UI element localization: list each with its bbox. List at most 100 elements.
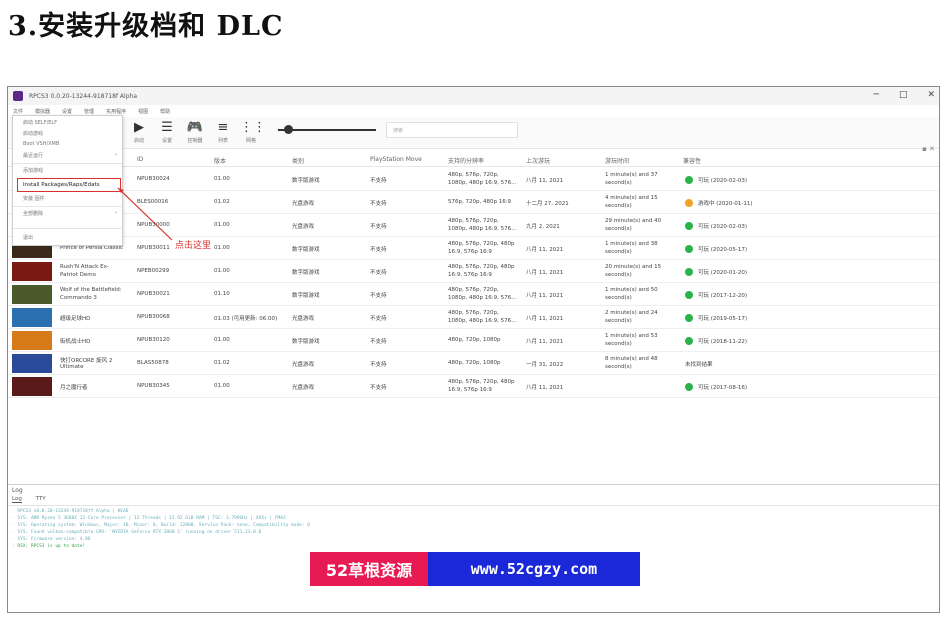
menu-help[interactable]: 帮助 <box>160 108 170 115</box>
col-last-played[interactable]: 上次游玩 <box>526 156 550 165</box>
col-compatibility[interactable]: 兼容性 <box>683 156 701 165</box>
cell-id: NPUB30345 <box>137 383 170 389</box>
compatibility-status-icon <box>685 337 693 345</box>
cell-last: 八月 11, 2021 <box>526 247 564 253</box>
minimize-button[interactable]: ─ <box>874 90 879 100</box>
cell-res1: 480p, 576p, 720p, <box>448 172 499 178</box>
file-menu-dropdown: 启动 SELF/ELF 启动游戏 Boot VSH/XMB 最近运行 › 添加游… <box>12 115 123 246</box>
tab-log[interactable]: Log <box>12 496 22 503</box>
table-row[interactable]: Wolf of the Battlefield: Commando 3 NPUB30… <box>8 283 939 306</box>
cell-compat: 可玩 (2017-12-20) <box>698 293 748 299</box>
table-row[interactable]: Rush'N Attack Ex- Patriot Demo NPEB00299 01… <box>8 260 939 283</box>
cell-id: NPUB30024 <box>137 176 170 182</box>
col-ps-move[interactable]: PlayStation Move <box>370 156 422 163</box>
col-category[interactable]: 类别 <box>292 156 304 165</box>
menu-install-packages[interactable]: Install Packages/Raps/Edats <box>23 182 99 188</box>
menu-boot-vsh[interactable]: Boot VSH/XMB <box>23 141 59 147</box>
menu-install-firmware[interactable]: 安装 固件 <box>23 195 45 202</box>
cell-name: Wolf of the Battlefield: <box>60 287 122 293</box>
table-row[interactable]: NPUB30000 01.00 光盘游戏 不支持 480p, 576p, 720p, 10… <box>8 214 939 237</box>
cell-time1: 1 minute(s) and 37 <box>605 172 658 178</box>
maximize-button[interactable]: □ <box>899 90 908 100</box>
menu-utilities[interactable]: 实用程序 <box>106 108 126 115</box>
menu-separator <box>13 163 122 164</box>
cell-res2: 1080p, 480p 16:9, 576... <box>448 180 517 186</box>
cell-res1: 480p, 576p, 720p, 480p <box>448 264 515 270</box>
game-thumbnail <box>12 377 52 396</box>
log-line: · SYS: AMD Ryzen 5 3600X 12-Core Process… <box>12 516 286 521</box>
start-button[interactable]: ▶ 启动 <box>128 121 150 145</box>
log-tabs: Log TTY <box>12 496 58 503</box>
cell-category: 数字版游戏 <box>292 247 320 253</box>
menu-remove-all[interactable]: 全部删除 <box>23 210 43 217</box>
cell-compat: 可玩 (2017-08-16) <box>698 385 748 391</box>
menu-emulator[interactable]: 模拟器 <box>35 108 50 115</box>
menu-boot-game[interactable]: 启动游戏 <box>23 130 43 137</box>
col-version[interactable]: 版本 <box>214 156 226 165</box>
table-header: ID 版本 类别 PlayStation Move 支持的分辨率 上次游玩 游玩… <box>8 153 939 167</box>
log-line: · RSX: RPCS3 is up to date! <box>12 544 86 549</box>
cell-version: 01.10 <box>214 291 230 297</box>
close-button[interactable]: ✕ <box>927 90 935 100</box>
cell-time2: second(s) <box>605 341 632 347</box>
cell-move: 不支持 <box>370 247 387 253</box>
tab-tty[interactable]: TTY <box>36 496 46 502</box>
cell-last: 一月 31, 2022 <box>526 362 564 368</box>
cell-compat: 可玩 (2020-05-17) <box>698 247 748 253</box>
cell-time2: second(s) <box>605 203 632 209</box>
cell-name2: Commando 3 <box>60 295 97 301</box>
cell-compat: 游戏中 (2020-01-11) <box>698 201 753 207</box>
cell-compat: 可玩 (2019-05-17) <box>698 316 748 322</box>
cell-move: 不支持 <box>370 339 387 345</box>
sliders-icon: ☰ <box>161 120 173 135</box>
list-icon: ≡ <box>217 120 229 135</box>
col-id[interactable]: ID <box>137 156 143 163</box>
cell-id: NPUB30011 <box>137 245 170 251</box>
settings-button[interactable]: ☰ 设置 <box>156 121 178 145</box>
table-row[interactable]: 街机战士HD NPUB30120 01.00 数字版游戏 不支持 480p, 720p, … <box>8 329 939 352</box>
compatibility-status-icon <box>685 383 693 391</box>
cell-compat: 未找到结果 <box>685 362 713 368</box>
table-row[interactable]: NPUB30024 01.00 数字版游戏 不支持 480p, 576p, 720p, 1… <box>8 168 939 191</box>
menu-view[interactable]: 视图 <box>138 108 148 115</box>
cell-id: BLAS50878 <box>137 360 169 366</box>
cell-move: 不支持 <box>370 362 387 368</box>
cell-time2: second(s) <box>605 249 632 255</box>
table-row[interactable]: 快打ORCORE 旋风 2 Ultimate BLAS50878 01.02 光盘游戏 不… <box>8 352 939 375</box>
menu-recent[interactable]: 最近运行 <box>23 152 43 159</box>
cell-time1: 1 minute(s) and 50 <box>605 287 658 293</box>
cell-name: 月之魔行者 <box>60 385 88 391</box>
menu-exit[interactable]: 退出 <box>23 234 33 241</box>
cell-version: 01.00 <box>214 176 230 182</box>
panel-corner-buttons[interactable]: ▪ ✕ <box>922 145 935 153</box>
table-row[interactable]: 超级足球HD NPUB30068 01.03 (可用更新: 06.00) 光盘游戏 不支… <box>8 306 939 329</box>
col-playtime[interactable]: 游玩时间 <box>605 156 629 165</box>
icon-size-slider-thumb[interactable] <box>284 125 293 134</box>
cell-version: 01.00 <box>214 337 230 343</box>
menu-settings[interactable]: 设置 <box>62 108 72 115</box>
table-row[interactable]: BLES00016 01.02 光盘游戏 不支持 576p, 720p, 480p 16… <box>8 191 939 214</box>
menu-file[interactable]: 文件 <box>13 108 23 115</box>
chevron-right-icon: › <box>115 210 117 216</box>
menu-boot-self[interactable]: 启动 SELF/ELF <box>23 119 57 126</box>
cell-compat: 可玩 (2018-11-22) <box>698 339 748 345</box>
grid-icon: ⋮⋮ <box>240 120 266 135</box>
menu-manage[interactable]: 管理 <box>84 108 94 115</box>
cell-time1: 4 minute(s) and 15 <box>605 195 658 201</box>
table-row[interactable]: 月之魔行者 NPUB30345 01.00 光盘游戏 不支持 480p, 576p, 72… <box>8 375 939 398</box>
window-title: RPCS3 0.0.20-13244-918718f Alpha <box>29 92 137 100</box>
cell-res1: 480p, 576p, 720p, <box>448 310 499 316</box>
list-view-button[interactable]: ≡ 列表 <box>212 121 234 145</box>
cell-time1: 1 minute(s) and 38 <box>605 241 658 247</box>
log-line: · SYS: Found vulkan-compatible GPU: 'NVI… <box>12 530 262 535</box>
cell-res1: 480p, 576p, 720p, 480p <box>448 379 515 385</box>
cell-id: NPUB30000 <box>137 222 170 228</box>
pads-button[interactable]: 🎮 控制器 <box>184 121 206 145</box>
search-input[interactable]: 搜索 <box>386 122 518 138</box>
menu-add-games[interactable]: 添加游戏 <box>23 167 43 174</box>
col-resolution[interactable]: 支持的分辨率 <box>448 156 484 165</box>
cell-version: 01.00 <box>214 383 230 389</box>
cell-time2: second(s) <box>605 226 632 232</box>
grid-view-button[interactable]: ⋮⋮ 网格 <box>240 120 266 145</box>
table-row[interactable]: Prince of Persia Classic NPUB30011 01.00 数字… <box>8 237 939 260</box>
